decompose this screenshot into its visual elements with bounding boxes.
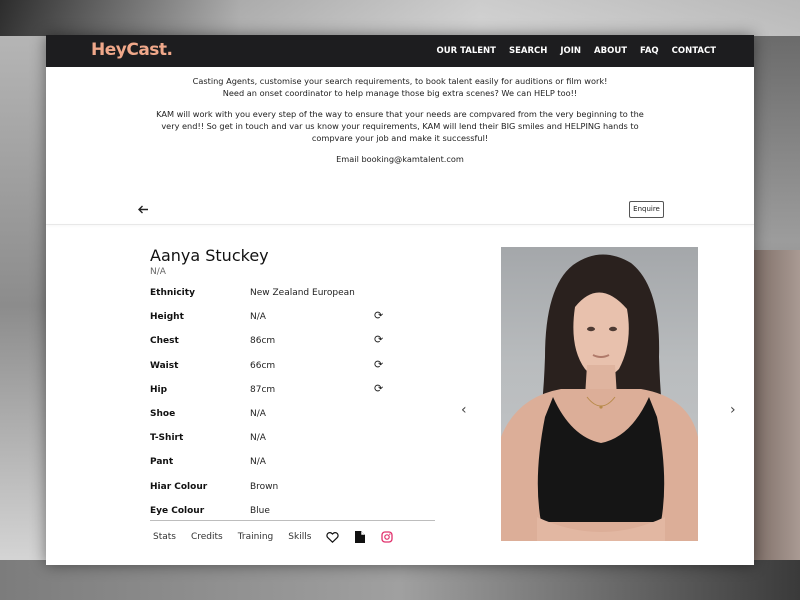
stat-value: 86cm [250, 336, 276, 347]
background-blur-right [754, 250, 800, 580]
stat-row: Hiar Colour Brown [150, 478, 434, 502]
stat-label: Hiar Colour [150, 481, 208, 492]
tab-skills[interactable]: Skills [288, 532, 311, 542]
talent-name: Aanya Stuckey [150, 246, 269, 265]
intro-line-1: Casting Agents, customise your search re… [192, 76, 608, 86]
stat-row: Hip 87cm ⟳ [150, 381, 434, 405]
stat-label: Hip [150, 384, 168, 395]
background-blur-top [0, 0, 800, 36]
background-blur-bottom [0, 560, 800, 600]
tab-credits[interactable]: Credits [191, 532, 223, 542]
browser-page: HeyCast. OUR TALENT SEARCH JOIN ABOUT FA… [46, 35, 754, 565]
stats-table: Ethnicity New Zealand European Height N/… [150, 284, 434, 526]
nav-join[interactable]: JOIN [560, 46, 581, 56]
stat-value: Brown [250, 481, 279, 492]
stat-value: N/A [250, 408, 266, 419]
stat-label: Height [150, 312, 184, 323]
chevron-left-icon[interactable]: ‹ [461, 402, 467, 418]
stat-value: Blue [250, 505, 270, 516]
stat-row: Height N/A ⟳ [150, 308, 434, 332]
main-nav: OUR TALENT SEARCH JOIN ABOUT FAQ CONTACT [436, 35, 716, 67]
profile-tabs: Stats Credits Training Skills [153, 531, 409, 543]
stat-row: T-Shirt N/A [150, 429, 434, 453]
stat-label: Shoe [150, 408, 176, 419]
nav-about[interactable]: ABOUT [594, 46, 627, 56]
stat-value: 87cm [250, 384, 276, 395]
refresh-icon[interactable]: ⟳ [374, 382, 383, 395]
stat-row: Shoe N/A [150, 405, 434, 429]
refresh-icon[interactable]: ⟳ [374, 309, 383, 322]
nav-faq[interactable]: FAQ [640, 46, 659, 56]
stat-value: N/A [250, 312, 266, 323]
tab-stats[interactable]: Stats [153, 532, 176, 542]
enquire-button[interactable]: Enquire [629, 201, 664, 218]
stat-row: Ethnicity New Zealand European [150, 284, 434, 308]
stat-label: Chest [150, 336, 179, 347]
top-navbar: HeyCast. OUR TALENT SEARCH JOIN ABOUT FA… [46, 35, 754, 67]
document-icon[interactable] [355, 531, 366, 543]
stat-value: N/A [250, 457, 266, 468]
stat-value: N/A [250, 433, 266, 444]
stat-value: 66cm [250, 360, 276, 371]
intro-paragraph: KAM will work with you every step of the… [156, 109, 644, 143]
stat-row: Eye Colour Blue [150, 502, 434, 526]
stat-label: Ethnicity [150, 288, 195, 298]
section-divider [46, 224, 754, 225]
stat-row: Waist 66cm ⟳ [150, 357, 434, 381]
chevron-right-icon[interactable]: › [730, 402, 736, 418]
tab-training[interactable]: Training [238, 532, 274, 542]
arrow-left-icon[interactable] [138, 203, 149, 217]
talent-photo [501, 247, 698, 541]
refresh-icon[interactable]: ⟳ [374, 358, 383, 371]
intro-text: Casting Agents, customise your search re… [156, 75, 644, 174]
stat-row: Chest 86cm ⟳ [150, 332, 434, 356]
nav-our-talent[interactable]: OUR TALENT [436, 46, 495, 56]
intro-email: Email booking@kamtalent.com [336, 154, 464, 164]
intro-line-2: Need an onset coordinator to help manage… [222, 88, 578, 98]
stat-label: Pant [150, 457, 174, 468]
stats-divider [150, 520, 435, 521]
stat-label: Waist [150, 360, 179, 371]
stat-value: New Zealand European [250, 288, 355, 298]
brand-logo[interactable]: HeyCast. [91, 40, 173, 60]
stat-label: Eye Colour [150, 505, 205, 516]
talent-subtitle: N/A [150, 267, 166, 277]
background-blur-left [0, 36, 46, 576]
instagram-icon[interactable] [381, 531, 394, 543]
nav-contact[interactable]: CONTACT [672, 46, 716, 56]
refresh-icon[interactable]: ⟳ [374, 333, 383, 346]
heart-icon[interactable] [326, 531, 340, 543]
stat-row: Pant N/A [150, 453, 434, 477]
nav-search[interactable]: SEARCH [509, 46, 547, 56]
stat-label: T-Shirt [150, 433, 184, 444]
